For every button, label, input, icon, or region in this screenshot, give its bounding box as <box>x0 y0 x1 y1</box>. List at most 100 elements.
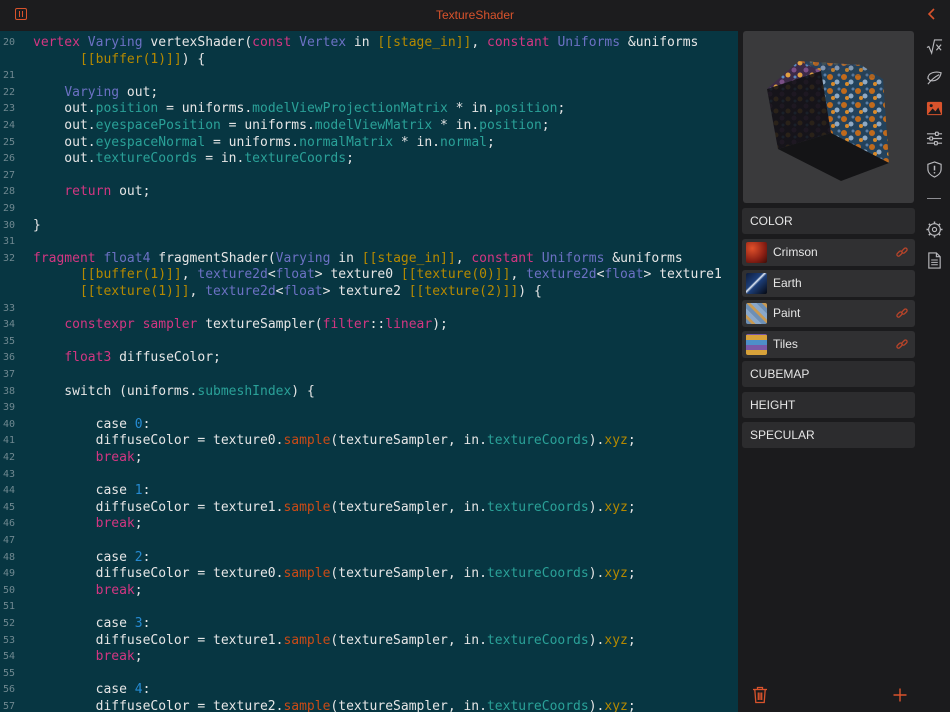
link-icon[interactable] <box>895 338 909 352</box>
trash-icon[interactable] <box>752 686 768 704</box>
sqrt-icon[interactable] <box>926 38 943 55</box>
image-icon[interactable] <box>926 100 943 117</box>
line-number: 38 <box>3 385 16 397</box>
code-line[interactable]: 31 <box>0 234 738 251</box>
code-text[interactable]: break; <box>33 516 143 533</box>
code-line[interactable]: 45 diffuseColor = texture1.sample(textur… <box>0 500 738 517</box>
code-line[interactable]: 37 <box>0 367 738 384</box>
code-line[interactable]: 32 fragment float4 fragmentShader(Varying… <box>0 251 738 268</box>
code-text[interactable]: diffuseColor = texture1.sample(textureSa… <box>33 633 636 650</box>
code-text[interactable]: break; <box>33 583 143 600</box>
texture-item-tiles[interactable]: Tiles <box>742 331 915 358</box>
code-line[interactable]: 54 break; <box>0 649 738 666</box>
code-text[interactable]: diffuseColor = texture0.sample(textureSa… <box>33 566 636 583</box>
document-icon[interactable] <box>926 252 943 269</box>
code-line[interactable]: 49 diffuseColor = texture0.sample(textur… <box>0 566 738 583</box>
code-line[interactable]: 47 <box>0 533 738 550</box>
code-line[interactable]: 39 <box>0 400 738 417</box>
code-text[interactable]: return out; <box>33 184 150 201</box>
code-line[interactable]: 52 case 3: <box>0 616 738 633</box>
link-icon[interactable] <box>895 307 909 321</box>
code-line[interactable]: 33 <box>0 301 738 318</box>
code-text[interactable]: case 2: <box>33 550 151 567</box>
code-text[interactable]: diffuseColor = texture0.sample(textureSa… <box>33 433 636 450</box>
code-text[interactable]: case 1: <box>33 483 151 500</box>
link-icon[interactable] <box>895 246 909 260</box>
code-line[interactable]: 53 diffuseColor = texture1.sample(textur… <box>0 633 738 650</box>
code-line[interactable]: 21 <box>0 68 738 85</box>
code-line[interactable]: 46 break; <box>0 516 738 533</box>
texture-item-paint[interactable]: Paint <box>742 300 915 327</box>
code-text[interactable]: out.eyespacePosition = uniforms.modelVie… <box>33 118 549 135</box>
code-text[interactable]: out.position = uniforms.modelViewProject… <box>33 101 565 118</box>
code-text[interactable]: out.eyespaceNormal = uniforms.normalMatr… <box>33 135 495 152</box>
texture-item-earth[interactable]: Earth <box>742 270 915 297</box>
code-text[interactable]: case 3: <box>33 616 151 633</box>
texture-item-crimson[interactable]: Crimson <box>742 239 915 266</box>
code-line[interactable]: 38 switch (uniforms.submeshIndex) { <box>0 384 738 401</box>
code-line[interactable]: 51 <box>0 599 738 616</box>
section-color[interactable]: COLOR <box>742 208 915 234</box>
code-text[interactable]: vertex Varying vertexShader(const Vertex… <box>33 35 698 52</box>
code-line[interactable]: 42 break; <box>0 450 738 467</box>
shield-icon[interactable] <box>926 161 943 178</box>
model-preview[interactable] <box>743 31 914 203</box>
code-line[interactable]: 25 out.eyespaceNormal = uniforms.normalM… <box>0 135 738 152</box>
code-text[interactable]: diffuseColor = texture2.sample(textureSa… <box>33 699 636 712</box>
code-line[interactable]: [[texture(1)]], texture2d<float> texture… <box>0 284 738 301</box>
code-line[interactable]: [[buffer(1)]]) { <box>0 52 738 69</box>
code-line[interactable]: 41 diffuseColor = texture0.sample(textur… <box>0 433 738 450</box>
code-line[interactable]: 22 Varying out; <box>0 85 738 102</box>
code-line[interactable]: 36 float3 diffuseColor; <box>0 350 738 367</box>
texture-thumbnail <box>746 334 767 355</box>
code-line[interactable]: 28 return out; <box>0 184 738 201</box>
line-number: 53 <box>3 634 16 646</box>
code-text[interactable]: [[buffer(1)]]) { <box>33 52 205 69</box>
code-text[interactable]: [[buffer(1)]], texture2d<float> texture0… <box>33 267 722 284</box>
section-specular[interactable]: SPECULAR <box>742 422 915 448</box>
code-line[interactable]: 20 vertex Varying vertexShader(const Vert… <box>0 35 738 52</box>
gear-icon[interactable] <box>926 221 943 238</box>
code-editor[interactable]: 20 vertex Varying vertexShader(const Vert… <box>0 31 738 712</box>
code-line[interactable]: 57 diffuseColor = texture2.sample(textur… <box>0 699 738 712</box>
code-line[interactable]: 50 break; <box>0 583 738 600</box>
toolbar-divider <box>927 198 941 199</box>
code-text[interactable]: break; <box>33 450 143 467</box>
code-text[interactable]: out.textureCoords = in.textureCoords; <box>33 151 354 168</box>
code-text[interactable]: float3 diffuseColor; <box>33 350 221 367</box>
code-text[interactable]: } <box>33 218 41 235</box>
code-line[interactable]: 56 case 4: <box>0 682 738 699</box>
code-line[interactable]: 48 case 2: <box>0 550 738 567</box>
code-text[interactable]: Varying out; <box>33 85 158 102</box>
code-text[interactable]: [[texture(1)]], texture2d<float> texture… <box>33 284 542 301</box>
code-line[interactable]: 30} <box>0 218 738 235</box>
code-text[interactable]: diffuseColor = texture1.sample(textureSa… <box>33 500 636 517</box>
line-number: 39 <box>3 402 16 414</box>
code-line[interactable]: 34 constexpr sampler textureSampler(filt… <box>0 317 738 334</box>
line-number: 49 <box>3 568 16 580</box>
code-line[interactable]: 26 out.textureCoords = in.textureCoords; <box>0 151 738 168</box>
code-line[interactable]: 44 case 1: <box>0 483 738 500</box>
code-text[interactable]: case 4: <box>33 682 151 699</box>
code-line[interactable]: 27 <box>0 168 738 185</box>
code-line[interactable]: 24 out.eyespacePosition = uniforms.model… <box>0 118 738 135</box>
code-line[interactable]: 55 <box>0 666 738 683</box>
code-line[interactable]: 43 <box>0 467 738 484</box>
code-text[interactable]: break; <box>33 649 143 666</box>
section-height[interactable]: HEIGHT <box>742 392 915 418</box>
line-number: 33 <box>3 302 16 314</box>
code-line[interactable]: 23 out.position = uniforms.modelViewProj… <box>0 101 738 118</box>
chevron-left-icon[interactable] <box>924 6 940 22</box>
code-text[interactable]: fragment float4 fragmentShader(Varying i… <box>33 251 683 268</box>
sliders-icon[interactable] <box>926 130 943 147</box>
code-text[interactable]: case 0: <box>33 417 151 434</box>
code-line[interactable]: 35 <box>0 334 738 351</box>
leaf-icon[interactable] <box>926 69 943 86</box>
code-line[interactable]: [[buffer(1)]], texture2d<float> texture0… <box>0 267 738 284</box>
code-line[interactable]: 29 <box>0 201 738 218</box>
code-line[interactable]: 40 case 0: <box>0 417 738 434</box>
section-cubemap[interactable]: CUBEMAP <box>742 361 915 387</box>
add-texture-icon[interactable] <box>893 688 907 702</box>
code-text[interactable]: switch (uniforms.submeshIndex) { <box>33 384 314 401</box>
code-text[interactable]: constexpr sampler textureSampler(filter:… <box>33 317 448 334</box>
